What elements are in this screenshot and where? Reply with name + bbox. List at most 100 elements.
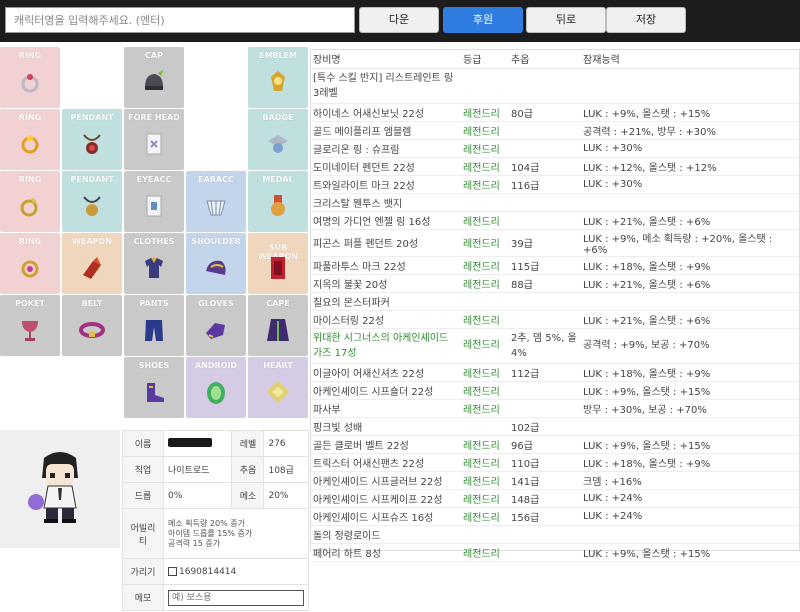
item-name: 하이네스 어새신보닛 22성 [311,103,461,122]
slot-pocket[interactable]: POKET [0,295,60,356]
slot-medal[interactable]: MEDAL [248,171,308,232]
slot-gloves[interactable]: GLOVES [186,295,246,356]
item-cho: 156급 [509,507,581,526]
table-row[interactable]: 골드 메이플리프 엠블렘 레전드리 공격력 : +21%, 방무 : +30% [311,121,799,140]
item-name: 돌의 정령로이드 [311,525,461,544]
table-row[interactable]: 마이스터링 22성 레전드리 LUK : +21%, 올스탯 : +6% [311,310,799,329]
slot-belt[interactable]: BELT [62,295,122,356]
table-row[interactable]: 크리스탈 웬투스 뱃지 [311,193,799,212]
sponsor-button[interactable]: 후원 [443,7,523,33]
character-search-input[interactable] [5,7,355,33]
back-button[interactable]: 뒤로 [526,7,606,33]
next-button[interactable]: 다운 [359,7,439,33]
pendant-icon [83,134,101,154]
slot-ring-2[interactable]: RING [0,109,60,170]
table-row[interactable]: 여명의 가디언 엔젤 링 16성 레전드리 LUK : +21%, 올스탯 : +6… [311,211,799,230]
table-row[interactable]: 위대한 시그너스의 아케인셰이드 가즈 17성 레전드리 2추, 뎀 5%, 올 4… [311,328,799,364]
slot-pants[interactable]: PANTS [124,295,184,356]
slot-ring-4[interactable]: RING [0,233,60,294]
item-potential [581,417,799,436]
item-potential [581,68,799,104]
table-row[interactable]: 지옥의 불꽃 20성 레전드리 88급 LUK : +21%, 올스탯 : +6% [311,274,799,293]
slot-ring-1[interactable]: RING [0,47,60,108]
item-cho [509,292,581,311]
belt-icon [79,322,105,338]
character-name [162,430,233,457]
table-row[interactable]: 골든 클로버 벨트 22성 레전드리 96급 LUK : +9%, 올스탯 : +15… [311,435,799,454]
slot-label: WEAPON [72,237,112,246]
header-item-name: 장비명 [311,50,461,69]
slot-android[interactable]: ANDROID [186,357,246,418]
table-row[interactable]: 아케인셰이드 시프글러브 22성 레전드리 141급 크뎀 : +16% [311,471,799,490]
hide-checkbox[interactable] [168,566,177,576]
top-toolbar: 다운 후원 뒤로 저장 [0,0,800,42]
slot-sub-weapon[interactable]: SUB WEAPON [248,233,308,294]
item-grade: 레전드리 [461,507,509,526]
table-row[interactable]: 하이네스 어새신보닛 22성 레전드리 80급 LUK : +9%, 올스탯 : +1… [311,103,799,122]
slot-pendant-1[interactable]: PENDANT [62,109,122,170]
level-label: 레벨 [231,430,265,457]
slot-heart[interactable]: HEART [248,357,308,418]
heart-icon [266,380,290,404]
slot-earacc[interactable]: EARACC [186,171,246,232]
save-button[interactable]: 저장 [606,7,686,33]
slot-shoes[interactable]: SHOES [124,357,184,418]
slot-emblem[interactable]: EMBLEM [248,47,308,108]
table-row[interactable]: 파사부 레전드리 방무 : +30%, 보공 : +70% [311,399,799,418]
table-row[interactable]: 이글아이 어새신셔츠 22성 레전드리 112급 LUK : +18%, 올스탯 : … [311,363,799,382]
android-icon [207,382,225,404]
slot-forehead[interactable]: FORE HEAD [124,109,184,170]
item-potential: 공격력 : +9%, 보공 : +70% [581,328,799,364]
earring-icon [206,200,226,216]
slot-label: RING [18,113,42,122]
item-cho [509,68,581,104]
item-grade: 레전드리 [461,489,509,508]
table-row[interactable]: 피곤스 퍼플 펜던트 20성 레전드리 39급 LUK : +9%, 메소 획득량 :… [311,229,799,257]
item-grade: 레전드리 [461,121,509,140]
table-row[interactable]: 돌의 정령로이드 [311,525,799,544]
item-grade: 레전드리 [461,211,509,230]
item-grade: 레전드리 [461,274,509,293]
memo-label: 메모 [122,584,164,611]
slot-weapon[interactable]: WEAPON [62,233,122,294]
table-row[interactable]: 아케인셰이드 시프케이프 22성 레전드리 148급 LUK : +24% [311,489,799,508]
table-row[interactable]: 핑크빛 성배 102급 [311,417,799,436]
ability-label: 어빌리티 [122,508,164,559]
slot-label: BADGE [262,113,294,122]
slot-shoulder[interactable]: SHOULDER [186,233,246,294]
table-row[interactable]: 도미네이터 펜던트 22성 레전드리 104급 LUK : +12%, 올스탯 : +… [311,157,799,176]
table-row[interactable]: 파풀라투스 마크 22성 레전드리 115급 LUK : +18%, 올스탯 : +9… [311,256,799,275]
slot-pendant-2[interactable]: PENDANT [62,171,122,232]
table-row[interactable]: 글로리온 링 : 슈프림 레전드리 LUK : +30% [311,139,799,158]
header-cho: 추옵 [509,50,581,69]
item-cho: 96급 [509,435,581,454]
slot-badge[interactable]: BADGE [248,109,308,170]
slot-cape[interactable]: CAPE [248,295,308,356]
job-label: 직업 [122,456,164,483]
table-row[interactable]: 페어리 하트 8성 레전드리 LUK : +9%, 올스탯 : +15% [311,543,799,562]
item-cho: 112급 [509,363,581,382]
item-grade [461,525,509,544]
table-row[interactable]: 트릭스터 어새신팬츠 22성 레전드리 110급 LUK : +18%, 올스탯 : … [311,453,799,472]
table-row[interactable]: 칠요의 몬스터파커 [311,292,799,311]
table-row[interactable]: 트와일라이트 마크 22성 레전드리 116급 LUK : +30% [311,175,799,194]
table-row[interactable]: 아케인셰이드 시프숄더 22성 레전드리 LUK : +9%, 올스탯 : +15% [311,381,799,400]
table-row[interactable]: [특수 스킬 반지] 리스트레인트 링 3레벨 [311,68,799,104]
item-potential [581,525,799,544]
table-row[interactable]: 아케인셰이드 시프슈즈 16성 레전드리 156급 LUK : +24% [311,507,799,526]
slot-ring-3[interactable]: RING [0,171,60,232]
item-name: 파사부 [311,399,461,418]
memo-input[interactable] [168,589,304,606]
item-potential [581,292,799,311]
slot-label: FORE HEAD [128,113,180,122]
slot-eyeacc[interactable]: EYEACC [124,171,184,232]
gloves-icon [206,323,225,339]
slot-clothes[interactable]: CLOTHES [124,233,184,294]
item-potential: LUK : +21%, 올스탯 : +6% [581,274,799,293]
slot-label: MEDAL [262,175,294,184]
shoes-icon [147,383,164,402]
cape-icon [267,319,289,341]
slot-label: CLOTHES [133,237,175,246]
item-grade [461,68,509,104]
slot-cap[interactable]: CAP [124,47,184,108]
